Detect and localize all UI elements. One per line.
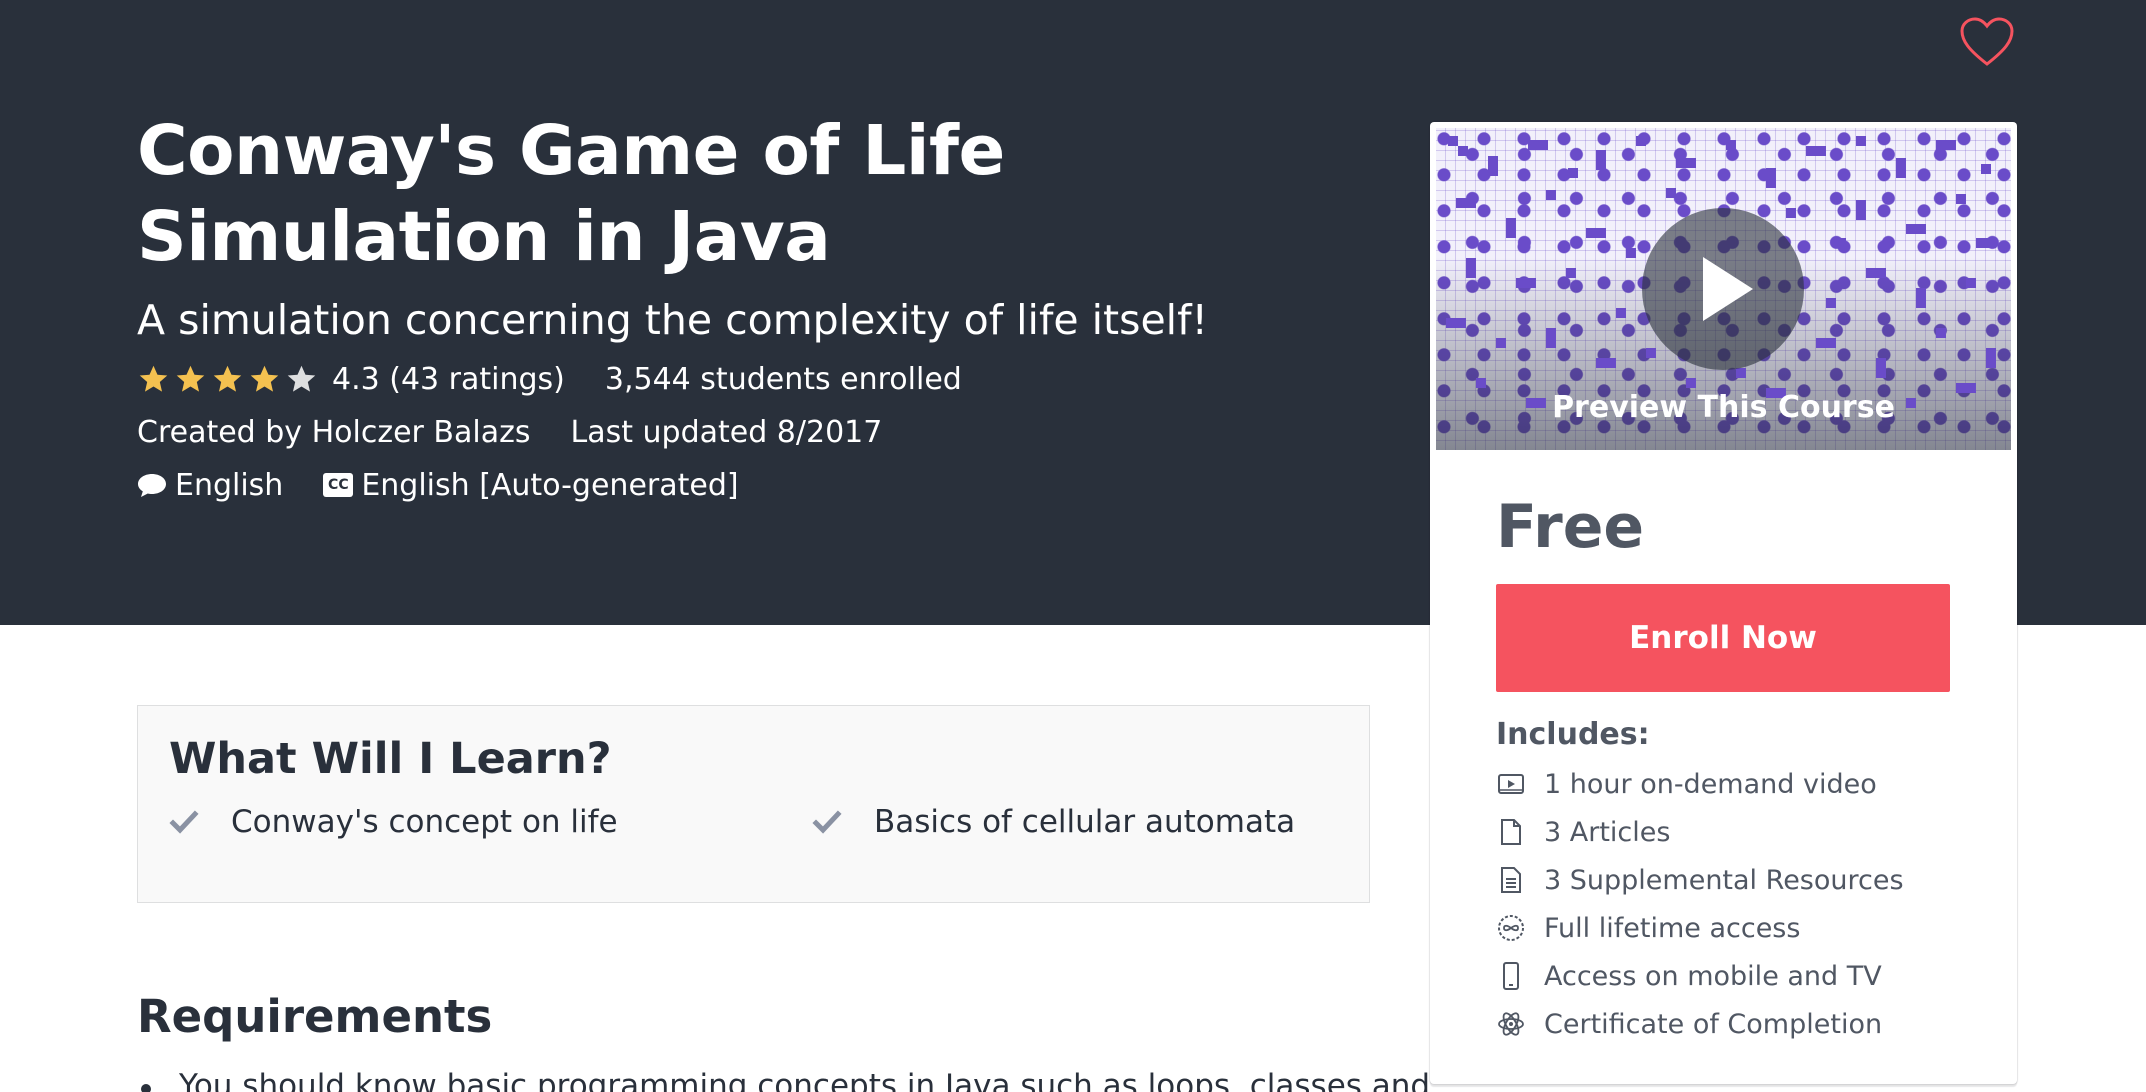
includes-item: Full lifetime access xyxy=(1496,904,1904,952)
learn-item-label: Basics of cellular automata xyxy=(874,804,1296,840)
learn-item: Basics of cellular automata xyxy=(812,804,1295,840)
language-label: English xyxy=(175,467,284,503)
certificate-icon xyxy=(1496,1009,1526,1039)
captions: CC English [Auto-generated] xyxy=(323,467,739,503)
star-icon xyxy=(139,365,168,392)
includes-item: 3 Articles xyxy=(1496,808,1904,856)
course-title: Conway's Game of Life Simulation in Java xyxy=(137,111,1005,277)
closed-caption-icon: CC xyxy=(323,473,354,497)
learn-item: Conway's concept on life xyxy=(169,804,618,840)
meta-row: Created by Holczer Balazs Last updated 8… xyxy=(137,412,882,452)
includes-item-label: 3 Articles xyxy=(1544,816,1671,848)
bullet xyxy=(141,1084,151,1092)
video-icon xyxy=(1496,769,1526,799)
captions-label: English [Auto-generated] xyxy=(361,467,739,503)
language: English xyxy=(137,468,283,503)
course-preview[interactable]: Preview This Course xyxy=(1436,128,2011,450)
star-rating xyxy=(137,363,318,396)
check-icon xyxy=(169,810,199,834)
infinity-icon xyxy=(1496,913,1526,943)
includes-item: Certificate of Completion xyxy=(1496,1000,1904,1048)
wishlist-heart-icon[interactable] xyxy=(1959,16,2015,68)
star-icon xyxy=(250,365,279,392)
what-will-i-learn: What Will I Learn? Conway's concept on l… xyxy=(137,705,1370,903)
last-updated: Last updated 8/2017 xyxy=(570,414,883,450)
includes-item: 1 hour on-demand video xyxy=(1496,760,1904,808)
resource-icon xyxy=(1496,865,1526,895)
includes-item: 3 Supplemental Resources xyxy=(1496,856,1904,904)
requirements-title: Requirements xyxy=(137,990,493,1043)
includes-list: 1 hour on-demand video 3 Articles 3 Supp… xyxy=(1496,760,1904,1048)
star-icon xyxy=(176,365,205,392)
star-empty-icon xyxy=(287,365,316,392)
mobile-icon xyxy=(1496,961,1526,991)
speech-bubble-icon xyxy=(138,474,166,497)
enrolled-count: 3,544 students enrolled xyxy=(604,361,962,397)
enroll-now-button[interactable]: Enroll Now xyxy=(1496,584,1950,692)
article-icon xyxy=(1496,817,1526,847)
play-icon xyxy=(1703,257,1753,321)
play-button[interactable] xyxy=(1642,208,1804,370)
includes-item-label: Full lifetime access xyxy=(1544,912,1801,944)
star-icon xyxy=(213,365,242,392)
rating-text[interactable]: 4.3 (43 ratings) xyxy=(332,362,565,397)
includes-item-label: 1 hour on-demand video xyxy=(1544,768,1877,800)
requirement-item: You should know basic programming concep… xyxy=(137,1068,1430,1092)
requirement-text: You should know basic programming concep… xyxy=(179,1068,1431,1092)
check-icon xyxy=(812,810,842,834)
includes-title: Includes: xyxy=(1496,717,1650,752)
includes-item-label: Access on mobile and TV xyxy=(1544,960,1882,992)
language-row: English CC English [Auto-generated] xyxy=(137,465,779,505)
learn-item-label: Conway's concept on life xyxy=(231,804,618,840)
price: Free xyxy=(1496,492,1645,562)
includes-item: Access on mobile and TV xyxy=(1496,952,1904,1000)
learn-title: What Will I Learn? xyxy=(169,734,612,784)
course-subtitle: A simulation concerning the complexity o… xyxy=(137,296,1208,344)
purchase-sidebar: Preview This Course Free Enroll Now Incl… xyxy=(1430,122,2017,1084)
rating-row: 4.3 (43 ratings) 3,544 students enrolled xyxy=(137,359,962,399)
created-by[interactable]: Created by Holczer Balazs xyxy=(137,415,530,450)
preview-label: Preview This Course xyxy=(1552,390,1895,425)
includes-item-label: Certificate of Completion xyxy=(1544,1008,1883,1040)
includes-item-label: 3 Supplemental Resources xyxy=(1544,864,1904,896)
